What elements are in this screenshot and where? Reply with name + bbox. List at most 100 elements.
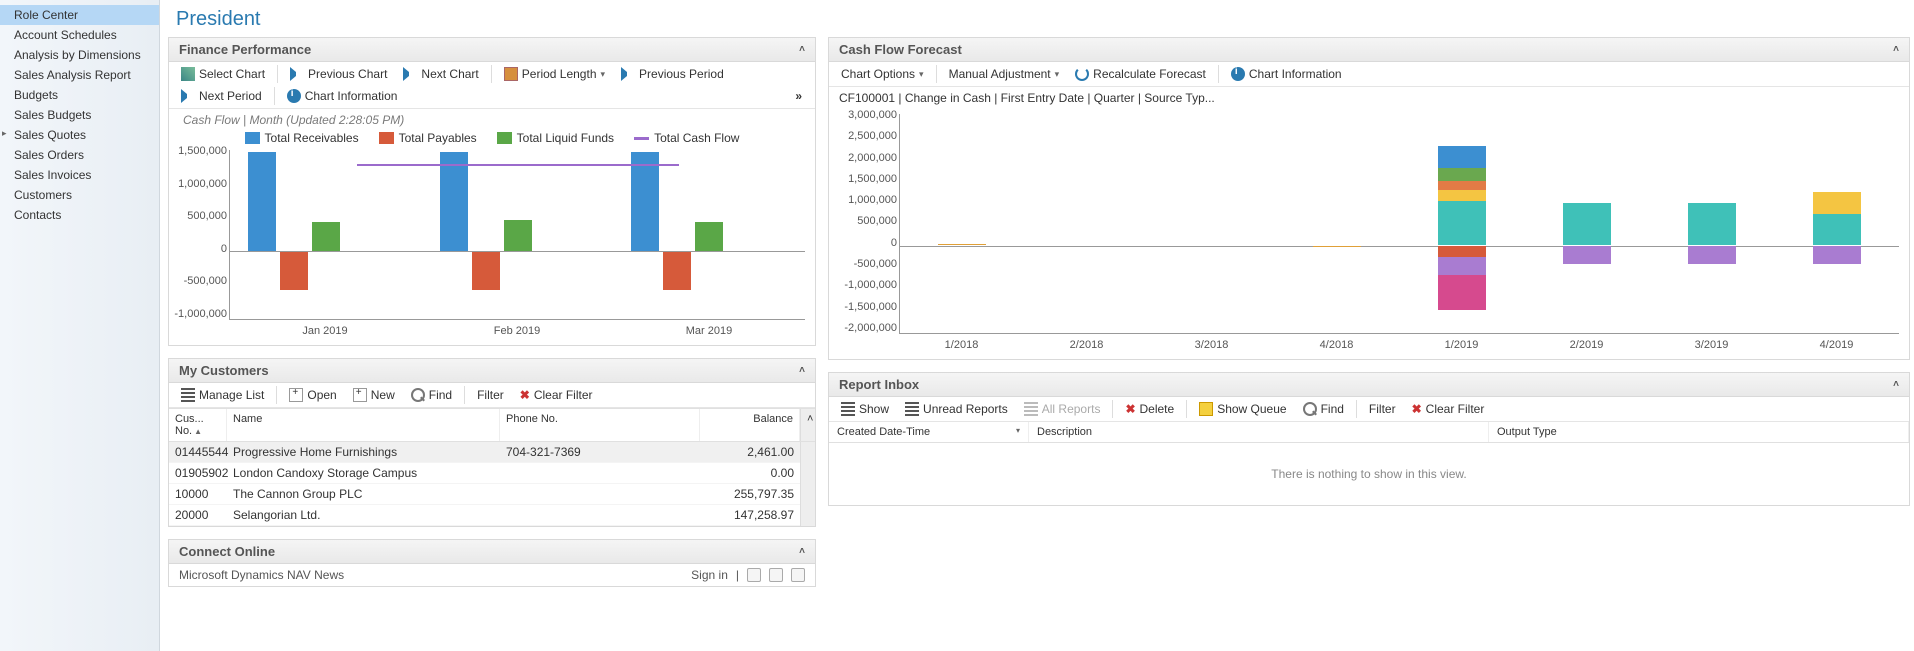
previous-chart-button[interactable]: Previous Chart xyxy=(284,65,393,83)
show-button[interactable]: Show xyxy=(835,400,895,418)
report-inbox-panel: Report Inbox ˄ Show Unread Reports All R… xyxy=(828,372,1910,506)
info-icon xyxy=(1231,67,1245,81)
report-toolbar: Show Unread Reports All Reports ✖Delete … xyxy=(829,397,1909,422)
open-icon xyxy=(289,388,303,402)
refresh-icon xyxy=(1075,67,1089,81)
sidebar-item-sales-orders[interactable]: Sales Orders xyxy=(0,145,159,165)
page-title: President xyxy=(160,0,1914,33)
column-header-name[interactable]: Name xyxy=(227,409,500,441)
chart-icon xyxy=(181,67,195,81)
queue-icon xyxy=(1199,402,1213,416)
find-button[interactable]: Find xyxy=(405,386,458,404)
manage-list-button[interactable]: Manage List xyxy=(175,386,270,404)
sidebar-item-contacts[interactable]: Contacts xyxy=(0,205,159,225)
find-icon xyxy=(1303,402,1317,416)
cash-toolbar: Chart Options Manual Adjustment Recalcul… xyxy=(829,62,1909,87)
collapse-icon[interactable]: ˄ xyxy=(1893,44,1899,55)
next-period-button[interactable]: Next Period xyxy=(175,87,268,105)
clear-filter-button[interactable]: ✖Clear Filter xyxy=(514,386,599,404)
recalculate-button[interactable]: Recalculate Forecast xyxy=(1069,65,1212,83)
sidebar-item-budgets[interactable]: Budgets xyxy=(0,85,159,105)
panel-header: Finance Performance ˄ xyxy=(169,38,815,62)
show-queue-button[interactable]: Show Queue xyxy=(1193,400,1292,418)
collapse-icon[interactable]: ˄ xyxy=(1893,379,1899,390)
sort-asc-icon: ▲ xyxy=(194,427,202,436)
unread-icon xyxy=(905,402,919,416)
panel-title: Connect Online xyxy=(179,544,275,559)
chart-options-dropdown[interactable]: Chart Options xyxy=(835,65,930,83)
next-chart-button[interactable]: Next Chart xyxy=(397,65,484,83)
panel-title: My Customers xyxy=(179,363,269,378)
customers-toolbar: Manage List Open New Find Filter ✖Clear … xyxy=(169,383,815,408)
period-length-dropdown[interactable]: Period Length xyxy=(498,65,611,83)
legend-swatch xyxy=(634,137,649,140)
new-button[interactable]: New xyxy=(347,386,401,404)
my-customers-panel: My Customers ˄ Manage List Open New Find… xyxy=(168,358,816,527)
sidebar-item-sales-budgets[interactable]: Sales Budgets xyxy=(0,105,159,125)
sidebar-item-analysis-by-dimensions[interactable]: Analysis by Dimensions xyxy=(0,45,159,65)
clear-filter-button[interactable]: ✖Clear Filter xyxy=(1406,400,1491,418)
table-row[interactable]: 10000The Cannon Group PLC255,797.35 xyxy=(169,484,800,505)
collapse-icon[interactable]: ˄ xyxy=(799,44,805,55)
share-icon[interactable] xyxy=(791,568,805,582)
collapse-icon[interactable]: ˄ xyxy=(799,546,805,557)
filter-button[interactable]: Filter xyxy=(471,386,510,404)
delete-button[interactable]: ✖Delete xyxy=(1119,400,1180,418)
unread-reports-button[interactable]: Unread Reports xyxy=(899,400,1014,418)
calendar-icon xyxy=(504,67,518,81)
chart-information-button[interactable]: Chart Information xyxy=(281,87,404,105)
scrollbar-stub[interactable]: ˄ xyxy=(800,409,815,441)
all-reports-button[interactable]: All Reports xyxy=(1018,400,1107,418)
cash-subtitle: CF100001 | Change in Cash | First Entry … xyxy=(829,87,1909,109)
list-icon xyxy=(181,388,195,402)
sidebar-item-role-center[interactable]: Role Center xyxy=(0,5,159,25)
settings-icon[interactable] xyxy=(747,568,761,582)
legend-swatch xyxy=(245,132,260,144)
chart-information-button[interactable]: Chart Information xyxy=(1225,65,1348,83)
panel-title: Report Inbox xyxy=(839,377,919,392)
cash-flow-forecast-panel: Cash Flow Forecast ˄ Chart Options Manua… xyxy=(828,37,1910,360)
sort-icon: ▾ xyxy=(1016,426,1020,435)
open-button[interactable]: Open xyxy=(283,386,342,404)
finance-performance-panel: Finance Performance ˄ Select Chart Previ… xyxy=(168,37,816,346)
manual-adjustment-dropdown[interactable]: Manual Adjustment xyxy=(943,65,1066,83)
sidebar-item-sales-analysis-report[interactable]: Sales Analysis Report xyxy=(0,65,159,85)
table-row[interactable]: 20000Selangorian Ltd.147,258.97 xyxy=(169,505,800,526)
scrollbar[interactable] xyxy=(800,442,815,526)
finance-chart: 1,500,000 1,000,000 500,000 0 -500,000 -… xyxy=(169,145,815,345)
prev-icon xyxy=(290,67,304,81)
show-icon xyxy=(841,402,855,416)
find-button[interactable]: Find xyxy=(1297,400,1350,418)
report-table-header: Created Date-Time▾ Description Output Ty… xyxy=(829,422,1909,443)
customers-table-header: Cus... No.▲ Name Phone No. Balance ˄ xyxy=(169,409,815,442)
delete-icon: ✖ xyxy=(1125,402,1135,416)
legend-swatch xyxy=(379,132,394,144)
previous-period-button[interactable]: Previous Period xyxy=(615,65,730,83)
sidebar: Role Center Account Schedules Analysis b… xyxy=(0,0,160,651)
column-header-balance[interactable]: Balance xyxy=(700,409,800,441)
column-header-created[interactable]: Created Date-Time▾ xyxy=(829,422,1029,442)
sidebar-item-customers[interactable]: Customers xyxy=(0,185,159,205)
comment-icon[interactable] xyxy=(769,568,783,582)
column-header-description[interactable]: Description xyxy=(1029,422,1489,442)
collapse-icon[interactable]: ˄ xyxy=(799,365,805,376)
table-row[interactable]: 01905902London Candoxy Storage Campus0.0… xyxy=(169,463,800,484)
sidebar-item-account-schedules[interactable]: Account Schedules xyxy=(0,25,159,45)
column-header-output-type[interactable]: Output Type xyxy=(1489,422,1909,442)
sidebar-item-sales-invoices[interactable]: Sales Invoices xyxy=(0,165,159,185)
column-header-phone[interactable]: Phone No. xyxy=(500,409,700,441)
info-icon xyxy=(287,89,301,103)
filter-button[interactable]: Filter xyxy=(1363,400,1402,418)
select-chart-button[interactable]: Select Chart xyxy=(175,65,271,83)
prev-icon xyxy=(621,67,635,81)
find-icon xyxy=(411,388,425,402)
clear-filter-icon: ✖ xyxy=(520,388,530,402)
sidebar-item-sales-quotes[interactable]: Sales Quotes xyxy=(0,125,159,145)
column-header-no[interactable]: Cus... No.▲ xyxy=(169,409,227,441)
more-button[interactable]: » xyxy=(789,87,809,105)
sign-in-link[interactable]: Sign in xyxy=(691,568,728,582)
panel-title: Cash Flow Forecast xyxy=(839,42,962,57)
clear-filter-icon: ✖ xyxy=(1412,402,1422,416)
table-row[interactable]: 01445544Progressive Home Furnishings704-… xyxy=(169,442,800,463)
finance-toolbar: Select Chart Previous Chart Next Chart P… xyxy=(169,62,815,109)
